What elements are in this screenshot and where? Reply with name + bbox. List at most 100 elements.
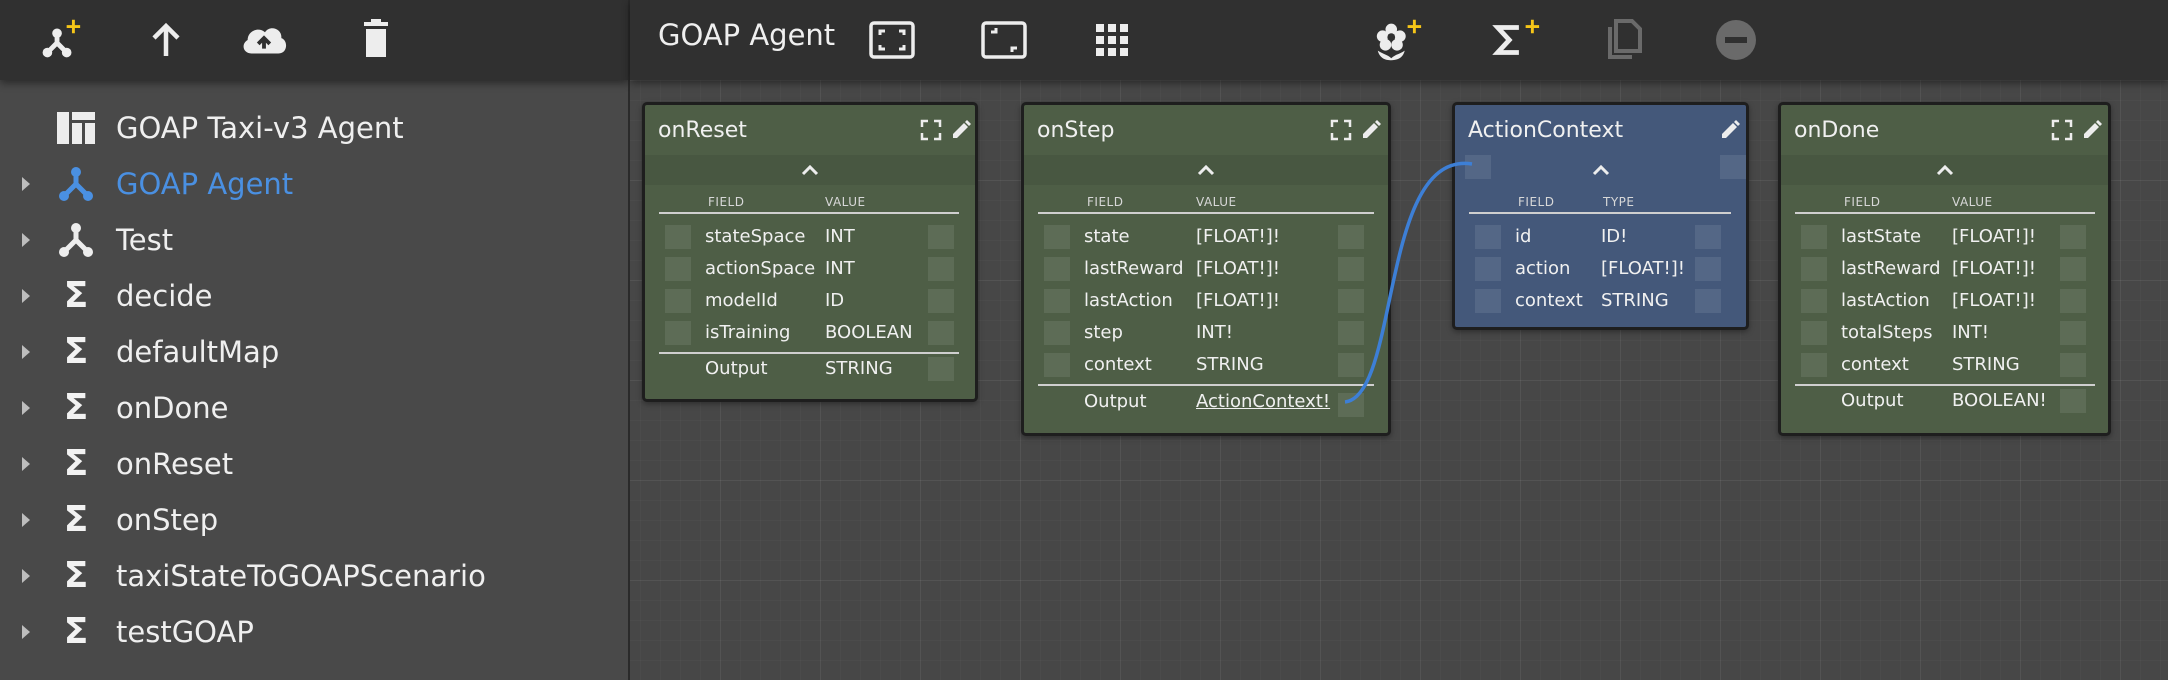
field-input-port[interactable] [1801,353,1827,377]
expand-caret-icon[interactable] [22,401,30,415]
field-output-port[interactable] [2060,289,2086,313]
tree-item-testgoap[interactable]: ΣtestGOAP [0,604,628,660]
node-onstep[interactable]: onStep FIELD VALUE Output ActionContext!… [1021,102,1391,436]
node-header[interactable]: onReset [645,105,975,155]
output-port[interactable] [928,357,954,381]
tree-item-label: testGOAP [116,615,254,649]
field-output-port[interactable] [1338,289,1364,313]
node-header[interactable]: onDone [1781,105,2108,155]
fullscreen-exit-button[interactable] [978,14,1030,66]
field-type: ID [825,290,845,311]
field-output-port[interactable] [1695,225,1721,249]
tree-item-onstep[interactable]: ΣonStep [0,492,628,548]
expand-caret-icon[interactable] [22,457,30,471]
cloud-upload-button[interactable] [238,14,290,66]
expand-caret-icon[interactable] [22,177,30,191]
field-input-port[interactable] [1475,257,1501,281]
copy-button[interactable] [1598,14,1650,66]
tree-item-onreset[interactable]: ΣonReset [0,436,628,492]
field-name: context [1084,354,1152,375]
field-output-port[interactable] [2060,321,2086,345]
field-input-port[interactable] [1475,225,1501,249]
collapse-toggle[interactable] [645,155,975,185]
add-flower-button[interactable] [1372,14,1424,66]
output-type-link[interactable]: ActionContext! [1196,391,1330,412]
cloud-upload-icon [243,28,287,54]
field-output-port[interactable] [2060,353,2086,377]
field-input-port[interactable] [665,257,691,281]
export-button[interactable] [140,14,192,66]
field-output-port[interactable] [1695,289,1721,313]
tree-item-decide[interactable]: Σdecide [0,268,628,324]
field-output-port[interactable] [928,321,954,345]
expand-icon[interactable] [920,119,942,141]
field-output-port[interactable] [2060,257,2086,281]
field-input-port[interactable] [665,289,691,313]
field-output-port[interactable] [928,257,954,281]
node-actioncontext[interactable]: ActionContext FIELD TYPE id ID! action [FLO… [1452,102,1749,330]
tree-item-taxistatetogoapscenario[interactable]: ΣtaxiStateToGOAPScenario [0,548,628,604]
node-header[interactable]: onStep [1024,105,1388,155]
field-input-port[interactable] [665,321,691,345]
field-input-port[interactable] [1475,289,1501,313]
field-output-port[interactable] [1695,257,1721,281]
dashboard-icon [56,108,96,148]
edit-icon[interactable] [950,119,972,141]
tree-item-ondone[interactable]: ΣonDone [0,380,628,436]
field-output-port[interactable] [1338,225,1364,249]
expand-caret-icon[interactable] [22,289,30,303]
node-title: onDone [1794,118,1880,143]
sigma-icon: Σ [63,443,89,484]
expand-icon[interactable] [1330,119,1352,141]
fit-screen-button[interactable] [866,14,918,66]
field-input-port[interactable] [1801,225,1827,249]
node-onreset[interactable]: onReset FIELD VALUE Output STRING stateS… [642,102,978,402]
tree-item-label: onDone [116,391,229,425]
output-label: Output [1084,391,1147,412]
expand-icon[interactable] [2051,119,2073,141]
output-port[interactable] [1338,393,1364,417]
collapse-toggle[interactable] [1781,155,2108,185]
add-agent-button[interactable] [32,14,84,66]
edit-icon[interactable] [1360,119,1382,141]
field-output-port[interactable] [1338,353,1364,377]
tree-item-goap-taxi-v3-agent[interactable]: GOAP Taxi-v3 Agent [0,100,628,156]
add-function-button[interactable] [1490,14,1542,66]
field-input-port[interactable] [665,225,691,249]
field-output-port[interactable] [2060,225,2086,249]
field-name: stateSpace [705,226,806,247]
field-input-port[interactable] [1044,289,1070,313]
expand-caret-icon[interactable] [22,625,30,639]
expand-caret-icon[interactable] [22,513,30,527]
output-port[interactable] [2060,389,2086,413]
tree-item-label: onStep [116,503,219,537]
field-input-port[interactable] [1801,289,1827,313]
field-name: lastAction [1084,290,1173,311]
field-input-port[interactable] [1044,257,1070,281]
field-input-port[interactable] [1044,353,1070,377]
expand-caret-icon[interactable] [22,345,30,359]
tree-item-defaultmap[interactable]: ΣdefaultMap [0,324,628,380]
field-output-port[interactable] [1338,257,1364,281]
node-ondone[interactable]: onDone FIELD VALUE Output BOOLEAN! lastS… [1778,102,2111,436]
tree-item-test[interactable]: Test [0,212,628,268]
collapse-toggle[interactable] [1024,155,1388,185]
tree-item-goap-agent[interactable]: GOAP Agent [0,156,628,212]
field-input-port[interactable] [1044,225,1070,249]
field-output-port[interactable] [928,289,954,313]
tree-item-label: onReset [116,447,234,481]
expand-caret-icon[interactable] [22,233,30,247]
collapse-toggle[interactable] [1455,155,1746,185]
field-input-port[interactable] [1801,257,1827,281]
field-output-port[interactable] [1338,321,1364,345]
node-header[interactable]: ActionContext [1455,105,1746,155]
edit-icon[interactable] [1719,119,1741,141]
expand-caret-icon[interactable] [22,569,30,583]
remove-button[interactable] [1710,14,1762,66]
edit-icon[interactable] [2081,119,2103,141]
grid-button[interactable] [1086,14,1138,66]
field-input-port[interactable] [1044,321,1070,345]
field-input-port[interactable] [1801,321,1827,345]
field-output-port[interactable] [928,225,954,249]
delete-button[interactable] [350,14,402,66]
